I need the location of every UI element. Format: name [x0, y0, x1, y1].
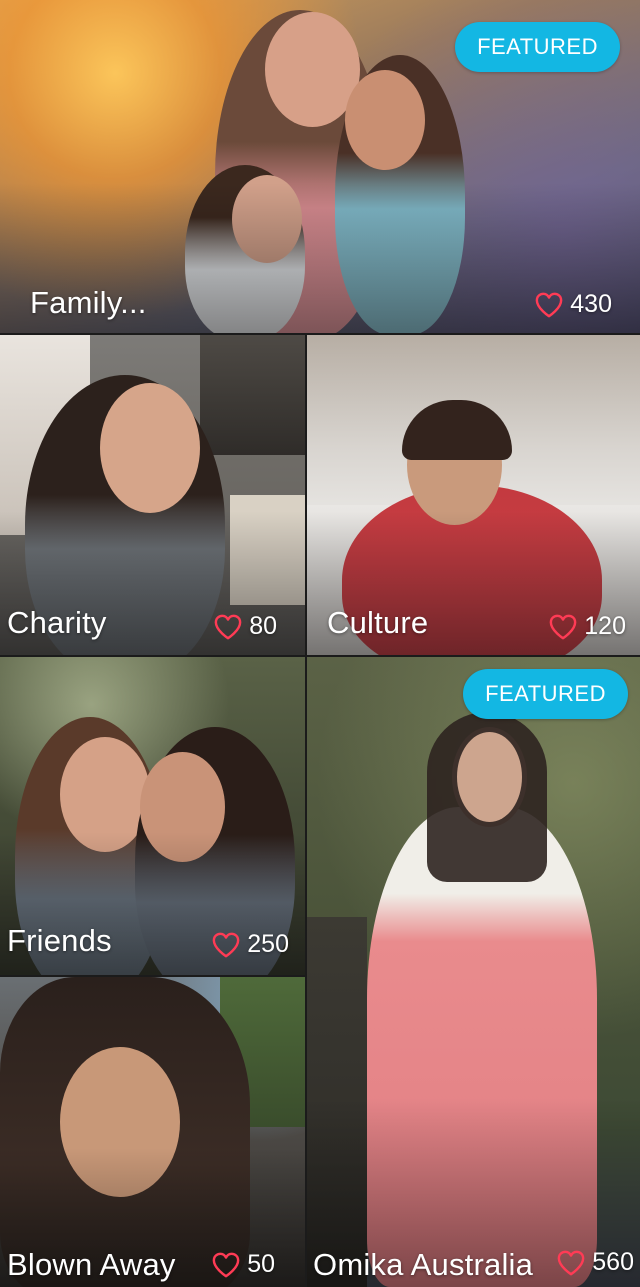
like-counter[interactable]: 50	[211, 1250, 275, 1279]
featured-badge: FEATURED	[463, 669, 628, 719]
heart-outline-icon	[535, 292, 563, 317]
like-count: 430	[570, 290, 612, 318]
story-tile-culture[interactable]: Culture 120	[307, 335, 640, 655]
story-tile-blown-away[interactable]: Blown Away 50	[0, 977, 305, 1287]
heart-outline-icon	[549, 614, 577, 639]
story-title: Culture	[327, 605, 429, 640]
story-tile-friends[interactable]: Friends 250	[0, 657, 305, 975]
story-grid: FEATURED Family... 430 Charity 80 Cultur…	[0, 0, 640, 1287]
like-counter[interactable]: 80	[213, 612, 277, 641]
like-counter[interactable]: 430	[534, 290, 612, 319]
story-title: Omika Australia	[313, 1247, 534, 1282]
like-count: 250	[247, 930, 289, 958]
story-title: Friends	[7, 923, 112, 958]
like-count: 50	[247, 1250, 275, 1278]
like-count: 120	[584, 612, 626, 640]
story-title: Blown Away	[7, 1247, 176, 1282]
story-title: Charity	[7, 605, 107, 640]
story-tile-charity[interactable]: Charity 80	[0, 335, 305, 655]
heart-outline-icon	[212, 932, 240, 957]
like-count: 80	[249, 612, 277, 640]
like-counter[interactable]: 560	[556, 1248, 634, 1277]
featured-badge: FEATURED	[455, 22, 620, 72]
story-tile-family[interactable]: FEATURED Family... 430	[0, 0, 640, 333]
story-tile-omika-australia[interactable]: FEATURED Omika Australia 560	[307, 657, 640, 1287]
heart-outline-icon	[214, 614, 242, 639]
like-counter[interactable]: 250	[211, 930, 289, 959]
heart-outline-icon	[557, 1250, 585, 1275]
like-count: 560	[592, 1248, 634, 1276]
heart-outline-icon	[212, 1252, 240, 1277]
story-title: Family...	[30, 285, 147, 320]
like-counter[interactable]: 120	[548, 612, 626, 641]
